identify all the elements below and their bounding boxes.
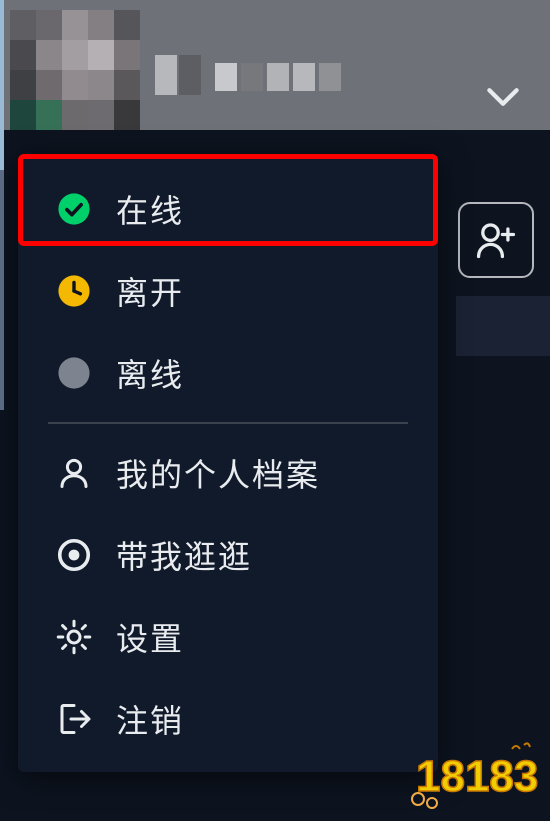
target-icon	[54, 535, 94, 575]
status-away-label: 离开	[116, 268, 184, 314]
logout[interactable]: 注销	[18, 678, 438, 760]
my-profile-label: 我的个人档案	[116, 450, 320, 496]
my-profile[interactable]: 我的个人档案	[18, 432, 438, 514]
offline-dot-icon	[54, 353, 94, 393]
logout-label: 注销	[116, 696, 184, 742]
settings-label: 设置	[116, 614, 184, 660]
clock-icon	[54, 271, 94, 311]
status-online[interactable]: 在线	[18, 168, 438, 250]
avatar[interactable]	[10, 10, 140, 130]
check-circle-icon	[54, 189, 94, 229]
person-plus-icon	[474, 218, 518, 262]
menu-divider	[48, 422, 408, 424]
status-offline-label: 离线	[116, 350, 184, 396]
status-menu: 在线 离开 离线	[18, 154, 438, 772]
explore-label: 带我逛逛	[116, 532, 252, 578]
gear-icon	[54, 617, 94, 657]
status-offline[interactable]: 离线	[18, 332, 438, 414]
username-blurred	[155, 55, 355, 95]
header-bar	[0, 0, 550, 130]
person-icon	[54, 453, 94, 493]
status-away[interactable]: 离开	[18, 250, 438, 332]
background-strip	[456, 296, 550, 356]
explore[interactable]: 带我逛逛	[18, 514, 438, 596]
settings[interactable]: 设置	[18, 596, 438, 678]
logout-icon	[54, 699, 94, 739]
chevron-down-icon[interactable]	[486, 86, 520, 113]
add-friend-button[interactable]	[458, 202, 534, 278]
status-online-label: 在线	[116, 186, 184, 232]
